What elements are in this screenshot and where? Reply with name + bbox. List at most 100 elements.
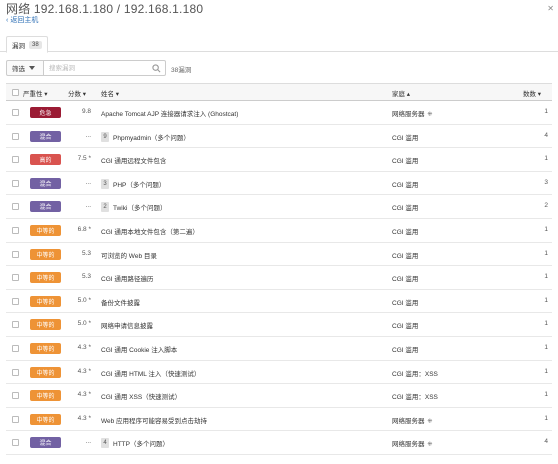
family-value: CGI 滥用: [392, 250, 418, 260]
vulnerability-name-text: CGI 通用 XSS（快速测试）: [101, 394, 182, 402]
vulnerability-name[interactable]: CGI 通用本地文件包含（第二遍）: [101, 226, 199, 236]
table-row[interactable]: 混合... 4 HTTP（多个问题） 网络服务器 ⁜ 4: [6, 431, 552, 455]
family-grid-icon: ⁜: [427, 418, 433, 425]
count-value: 3: [544, 178, 548, 186]
table-row[interactable]: 中等的 5.0 * 备份文件披露 CGI 滥用 1: [6, 290, 552, 314]
back-to-hosts-link[interactable]: ‹ 返回主机: [6, 15, 38, 25]
tab-count-badge: 38: [29, 40, 42, 49]
family-value: 网络服务器 ⁜: [392, 108, 432, 118]
table-row[interactable]: 高的 7.5 * CGI 通用远程文件包含 CGI 滥用 1: [6, 148, 552, 172]
column-family-label: 家庭: [392, 91, 405, 98]
severity-badge: 中等的: [30, 319, 61, 331]
family-text: CGI 滥用: [392, 299, 419, 307]
vulnerability-name[interactable]: 网络申请信息披露: [101, 320, 153, 330]
vulnerability-name[interactable]: CGI 通用路径遍历: [101, 273, 153, 283]
row-checkbox[interactable]: [12, 226, 19, 234]
score-value: 9.8: [81, 108, 91, 115]
vulnerability-name[interactable]: CGI 通用 Cookie 注入脚本: [101, 344, 177, 354]
table-row[interactable]: 混合... 9 Phpmyadmin（多个问题） CGI 滥用 4: [6, 125, 552, 149]
page-header: 网络 192.168.1.180 / 192.168.1.180 ‹ 返回主机 ✕: [0, 0, 558, 30]
column-score-label: 分数: [68, 91, 81, 98]
vulnerability-name[interactable]: CGI 通用 HTML 注入（快速测试）: [101, 368, 200, 378]
severity-badge: 中等的: [30, 224, 61, 236]
search-box: [44, 60, 166, 76]
table-row[interactable]: 中等的 4.3 * Web 应用程序可能容易受到点击劫持 网络服务器 ⁜ 1: [6, 408, 552, 432]
vulnerability-name-text: CGI 通用本地文件包含（第二遍）: [101, 228, 199, 236]
table-row[interactable]: 中等的 4.3 * CGI 通用 Cookie 注入脚本 CGI 滥用 1: [6, 337, 552, 361]
row-checkbox[interactable]: [12, 179, 19, 187]
vulnerability-name[interactable]: 2 Twiki（多个问题）: [101, 202, 166, 213]
row-checkbox[interactable]: [12, 156, 19, 164]
search-icon[interactable]: [152, 64, 161, 73]
vulnerability-name[interactable]: Apache Tomcat AJP 连接器请求注入 (Ghostcat): [101, 108, 238, 118]
row-checkbox[interactable]: [12, 321, 19, 329]
severity-badge: 混合: [30, 130, 61, 142]
vulnerability-name[interactable]: 9 Phpmyadmin（多个问题）: [101, 131, 190, 142]
row-checkbox[interactable]: [12, 274, 19, 282]
table-row[interactable]: 中等的 4.3 * CGI 通用 XSS（快速测试） CGI 滥用：XSS 1: [6, 384, 552, 408]
table-row[interactable]: 中等的 4.3 * CGI 通用 HTML 注入（快速测试） CGI 滥用：XSS 1: [6, 361, 552, 385]
table-row[interactable]: 危急 9.8 Apache Tomcat AJP 连接器请求注入 (Ghostcat…: [6, 101, 552, 125]
family-text: 网络服务器: [392, 111, 425, 118]
vulnerability-name[interactable]: 备份文件披露: [101, 297, 140, 307]
tab-vulnerabilities[interactable]: 漏洞 38: [6, 36, 48, 53]
score-value: 5.0 *: [77, 320, 91, 328]
column-header-score[interactable]: 分数 ▾: [68, 88, 86, 98]
table-row[interactable]: 中等的 5.3 可浏览的 Web 目录 CGI 滥用 1: [6, 243, 552, 267]
row-checkbox[interactable]: [12, 203, 19, 211]
result-count: 38漏洞: [171, 67, 192, 74]
vulnerability-name[interactable]: 可浏览的 Web 目录: [101, 250, 157, 260]
family-text: CGI 滥用: [392, 181, 419, 189]
table-row[interactable]: 中等的 6.8 * CGI 通用本地文件包含（第二遍） CGI 滥用 1: [6, 219, 552, 243]
score-value: 7.5 *: [77, 155, 91, 163]
column-header-family[interactable]: 家庭 ▴: [392, 88, 410, 98]
table-row[interactable]: 中等的 5.0 * 网络申请信息披露 CGI 滥用 1: [6, 313, 552, 337]
family-text: CGI 滥用: [392, 276, 419, 284]
vulnerability-name-text: CGI 通用路径遍历: [101, 276, 154, 284]
row-checkbox[interactable]: [12, 297, 19, 305]
vulnerability-name-text: PHP（多个问题）: [113, 181, 166, 189]
filter-button[interactable]: 筛选: [6, 60, 44, 76]
vulnerability-name[interactable]: 3 PHP（多个问题）: [101, 178, 166, 189]
score-value: 4.3 *: [77, 391, 91, 399]
family-text: CGI 滥用：XSS: [392, 394, 438, 402]
vulnerability-name[interactable]: 4 HTTP（多个问题）: [101, 438, 169, 449]
family-text: CGI 滥用: [392, 323, 419, 331]
row-checkbox[interactable]: [12, 250, 19, 258]
row-checkbox[interactable]: [12, 109, 19, 116]
row-checkbox[interactable]: [12, 415, 19, 423]
tab-label: 漏洞: [12, 42, 25, 50]
severity-badge: 危急: [30, 107, 61, 118]
table-row[interactable]: 混合... 2 Twiki（多个问题） CGI 滥用 2: [6, 195, 552, 219]
vulnerability-name[interactable]: Web 应用程序可能容易受到点击劫持: [101, 415, 207, 425]
family-value: CGI 滥用：XSS: [392, 368, 438, 378]
family-value: CGI 滥用: [392, 320, 418, 330]
row-checkbox[interactable]: [12, 344, 19, 352]
vulnerability-name-text: CGI 通用 Cookie 注入脚本: [101, 346, 178, 354]
family-text: CGI 滥用: [392, 134, 419, 142]
table-row[interactable]: 混合... 3 PHP（多个问题） CGI 滥用 3: [6, 172, 552, 196]
vulnerability-name[interactable]: CGI 通用 XSS（快速测试）: [101, 391, 181, 401]
row-checkbox[interactable]: [12, 439, 19, 447]
select-all-checkbox[interactable]: [12, 89, 19, 96]
count-value: 1: [544, 225, 548, 233]
score-value: ...: [85, 178, 91, 186]
row-checkbox[interactable]: [12, 368, 19, 376]
close-icon[interactable]: ✕: [547, 4, 554, 13]
table-row[interactable]: 中等的 5.3 CGI 通用路径遍历 CGI 滥用 1: [6, 266, 552, 290]
column-header-severity[interactable]: 严重性 ▾: [23, 88, 48, 98]
vulnerability-name-text: 备份文件披露: [101, 299, 140, 307]
table-body: 危急 9.8 Apache Tomcat AJP 连接器请求注入 (Ghostcat…: [6, 101, 552, 455]
score-value: ...: [85, 202, 91, 210]
vulnerability-name[interactable]: CGI 通用远程文件包含: [101, 155, 166, 165]
column-header-count[interactable]: 数数 ▾: [523, 88, 541, 98]
search-input[interactable]: [44, 61, 144, 75]
group-count-badge: 2: [101, 202, 109, 213]
row-checkbox[interactable]: [12, 392, 19, 400]
column-header-name[interactable]: 姓名 ▾: [101, 88, 119, 98]
row-checkbox[interactable]: [12, 132, 19, 140]
count-value: 1: [544, 343, 548, 351]
family-value: CGI 滥用: [392, 202, 418, 212]
chevron-left-icon: ‹: [6, 17, 9, 24]
severity-badge: 中等的: [30, 272, 61, 284]
